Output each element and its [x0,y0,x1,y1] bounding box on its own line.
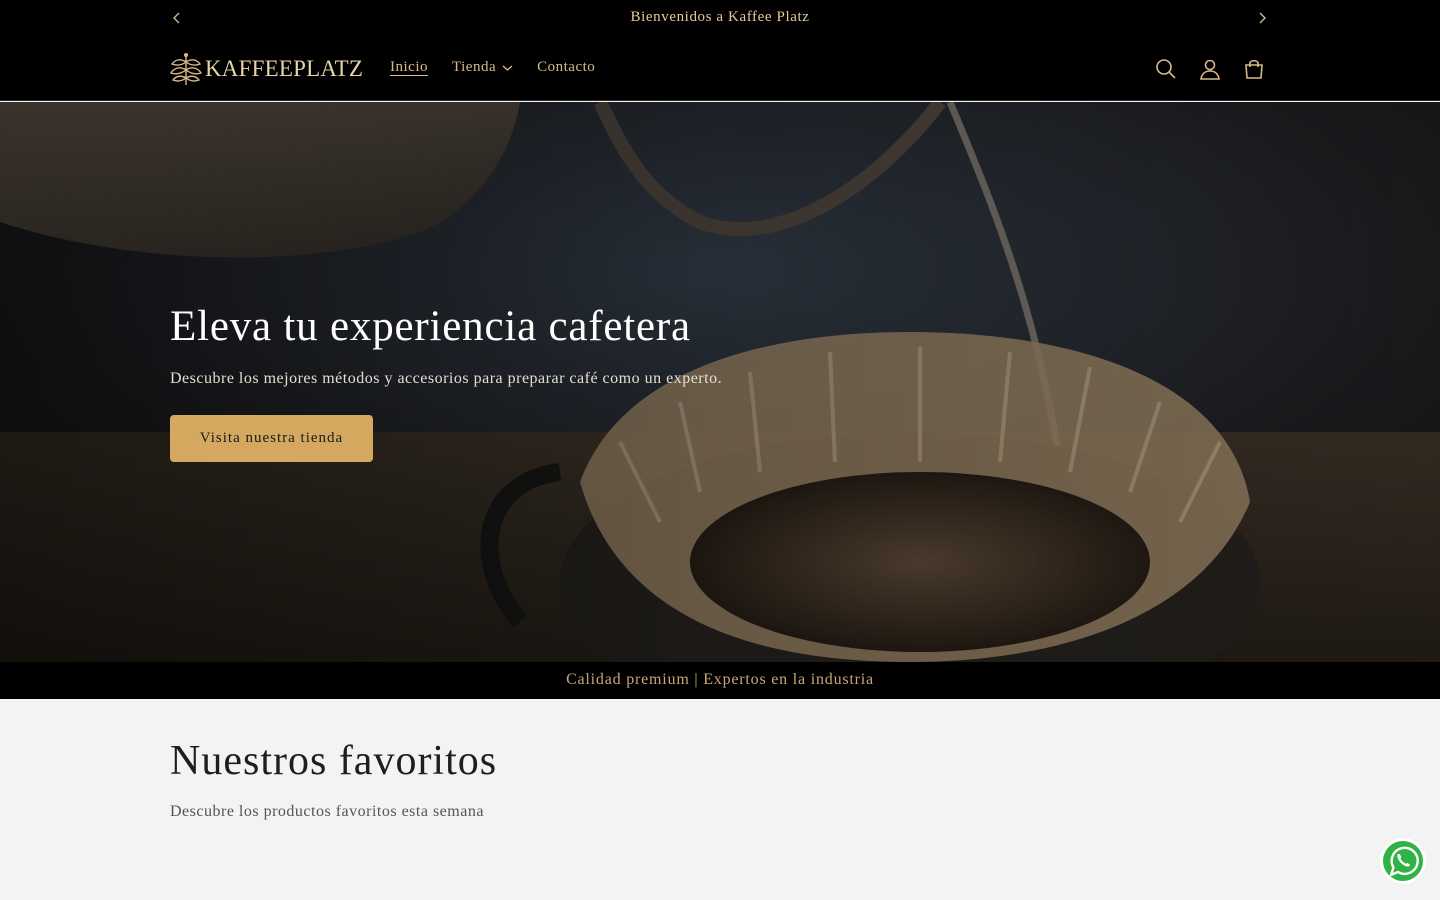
header-actions [1154,57,1266,81]
favorites-title: Nuestros favoritos [170,738,498,784]
announcement-next-button[interactable] [1253,9,1271,27]
chevron-down-icon [502,65,513,71]
announcement-message: Bienvenidos a Kaffee Platz [630,9,810,25]
search-button[interactable] [1154,57,1178,81]
coffee-plant-logo-icon [170,53,202,85]
announcement-bar: Bienvenidos a Kaffee Platz [0,0,1440,37]
main-nav: Inicio Tienda Contacto [390,59,619,76]
hero-banner: Eleva tu experiencia cafetera Descubre l… [0,102,1440,662]
search-icon [1156,59,1176,79]
favorites-subtitle: Descubre los productos favoritos esta se… [170,803,484,820]
whatsapp-icon [1380,838,1426,884]
nav-item-tienda-label: Tienda [452,59,497,75]
site-header: KAFFEEPLATZ Inicio Tienda Contacto [0,37,1440,101]
whatsapp-button[interactable] [1379,837,1427,885]
cart-button[interactable] [1242,57,1266,81]
visit-store-button[interactable]: Visita nuestra tienda [170,415,373,462]
logo[interactable]: KAFFEEPLATZ [170,52,363,86]
logo-text: KAFFEEPLATZ [205,56,364,81]
account-button[interactable] [1198,57,1222,81]
favorites-section: Nuestros favoritos Descubre los producto… [0,699,1440,900]
quality-strip: Calidad premium | Expertos en la industr… [0,662,1440,699]
nav-item-tienda[interactable]: Tienda [452,59,513,76]
account-icon [1200,59,1220,80]
nav-item-inicio[interactable]: Inicio [390,59,428,76]
cart-icon [1245,59,1263,79]
hero-subtitle: Descubre los mejores métodos y accesorio… [170,370,723,387]
nav-item-contacto[interactable]: Contacto [537,59,595,76]
chevron-right-icon [1259,12,1266,24]
hero-title: Eleva tu experiencia cafetera [170,303,691,350]
